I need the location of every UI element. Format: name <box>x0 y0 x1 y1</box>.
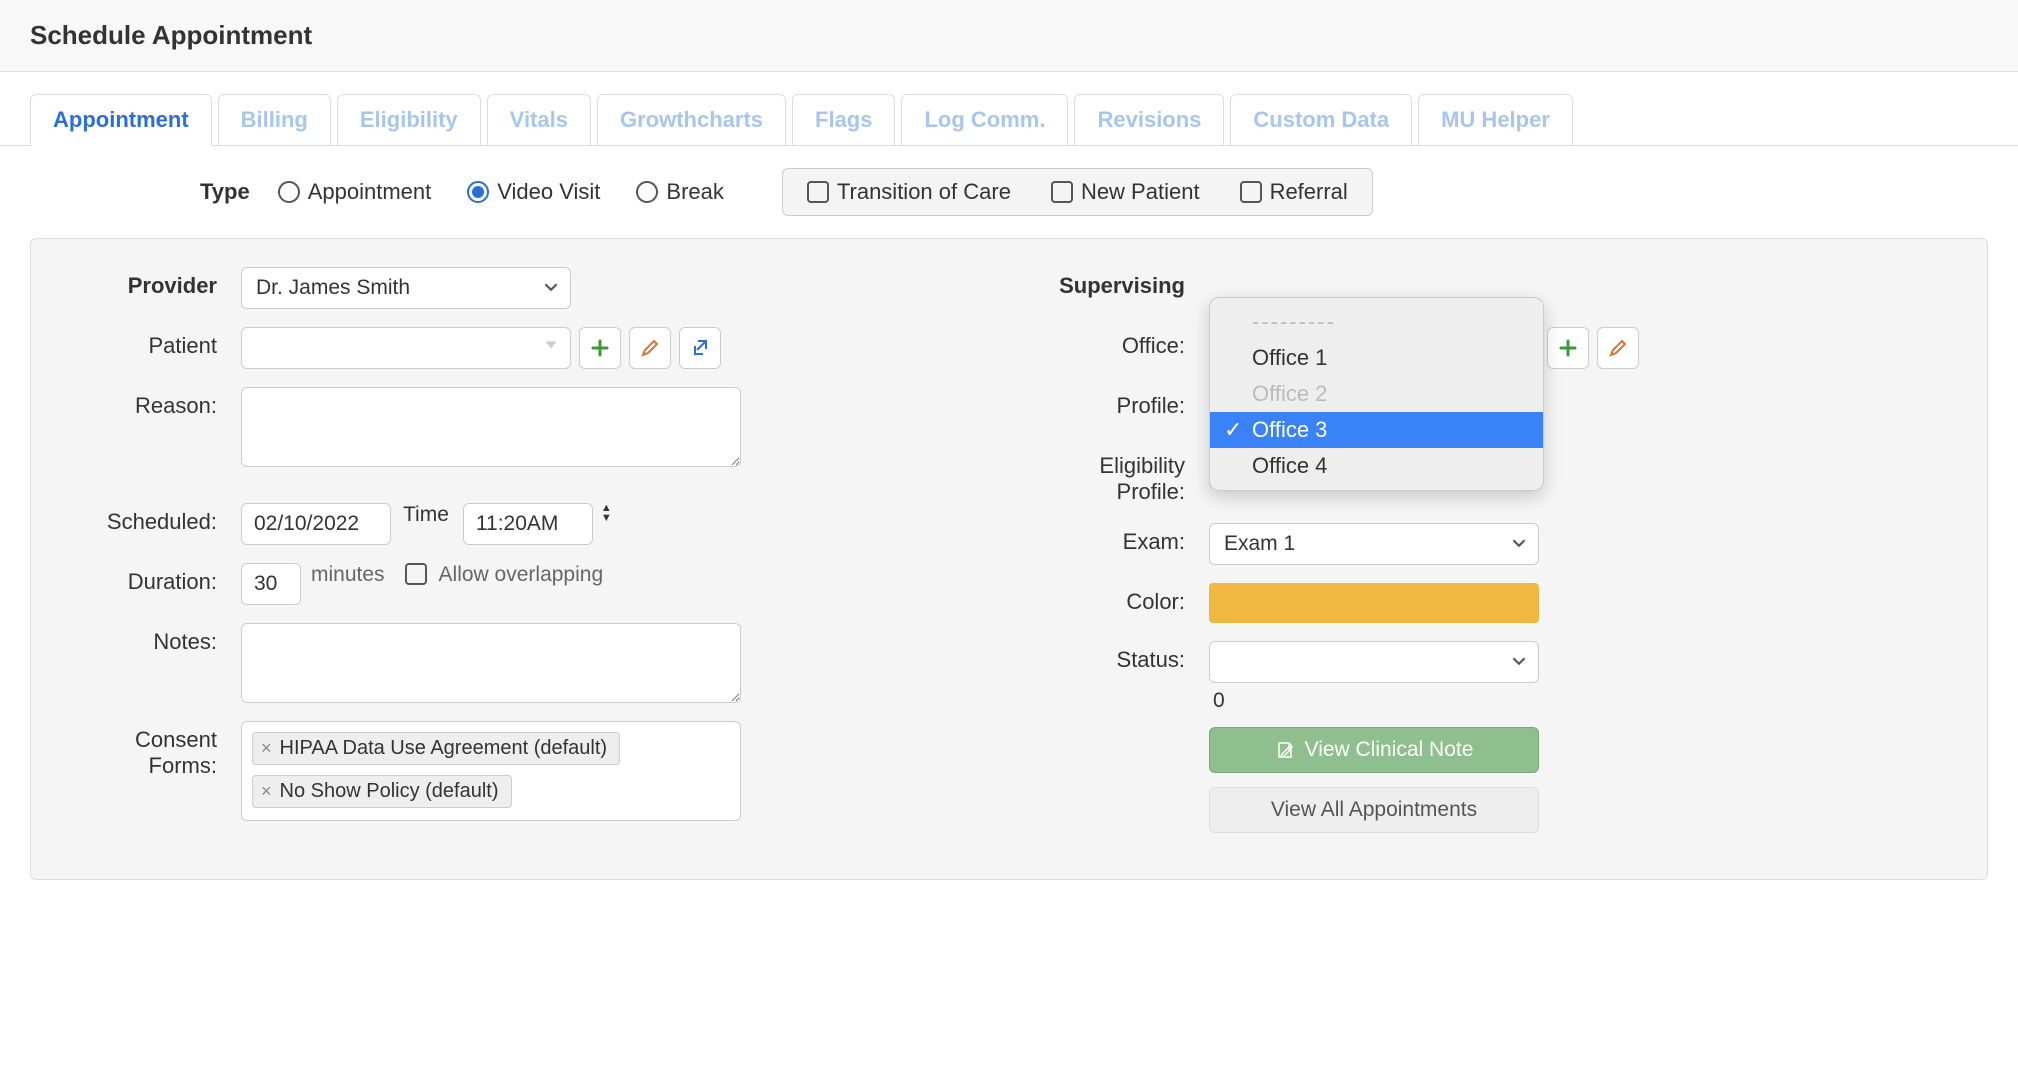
type-check-transition-of-care[interactable]: Transition of Care <box>807 179 1011 205</box>
add-office-button[interactable] <box>1547 327 1589 369</box>
type-row: Type Appointment Video Visit Break Transit… <box>0 145 2018 238</box>
office-option-office-1[interactable]: Office 1 <box>1210 340 1543 376</box>
exam-value: Exam 1 <box>1224 532 1295 556</box>
time-spinner[interactable]: ▲ ▼ <box>601 503 612 523</box>
type-checkgroup: Transition of Care New Patient Referral <box>782 168 1373 216</box>
share-patient-button[interactable] <box>679 327 721 369</box>
add-patient-button[interactable] <box>579 327 621 369</box>
edit-patient-button[interactable] <box>629 327 671 369</box>
page-header: Schedule Appointment <box>0 0 2018 72</box>
tab-bar: AppointmentBillingEligibilityVitalsGrowt… <box>0 94 2018 146</box>
patient-input[interactable] <box>241 327 571 369</box>
consent-tag[interactable]: ×HIPAA Data Use Agreement (default) <box>252 732 620 765</box>
color-swatch[interactable] <box>1209 583 1539 623</box>
chevron-down-icon <box>1512 532 1526 556</box>
notes-textarea[interactable] <box>241 623 741 703</box>
view-all-appointments-button[interactable]: View All Appointments <box>1209 787 1539 833</box>
office-label: Office: <box>1039 327 1209 359</box>
form-panel: Provider Dr. James Smith Patient <box>30 238 1988 880</box>
type-check-new-patient[interactable]: New Patient <box>1051 179 1200 205</box>
left-column: Provider Dr. James Smith Patient <box>71 267 979 851</box>
color-label: Color: <box>1039 583 1209 615</box>
reason-label: Reason: <box>71 387 241 419</box>
office-option-office-2: Office 2 <box>1210 376 1543 412</box>
type-check-referral[interactable]: Referral <box>1240 179 1348 205</box>
tab-mu-helper[interactable]: MU Helper <box>1418 94 1573 146</box>
tab-vitals[interactable]: Vitals <box>487 94 591 146</box>
right-column: Supervising Office: ---------Office 1Off… <box>1039 267 1947 851</box>
minutes-label: minutes <box>311 563 385 587</box>
tab-growthcharts[interactable]: Growthcharts <box>597 94 786 146</box>
tab-appointment[interactable]: Appointment <box>30 94 212 146</box>
remove-tag-icon[interactable]: × <box>261 738 272 759</box>
type-label: Type <box>200 179 250 205</box>
checkbox-icon <box>1051 181 1073 203</box>
consent-forms-box[interactable]: ×HIPAA Data Use Agreement (default) ×No S… <box>241 721 741 821</box>
chevron-down-icon <box>544 276 558 300</box>
office-option-office-4[interactable]: Office 4 <box>1210 448 1543 484</box>
dropdown-arrow-icon <box>542 336 560 360</box>
office-option-office-3[interactable]: Office 3 <box>1210 412 1543 448</box>
checkbox-icon <box>1240 181 1262 203</box>
radio-icon <box>467 181 489 203</box>
duration-input[interactable] <box>241 563 301 605</box>
supervising-label: Supervising <box>1039 267 1209 299</box>
page-title: Schedule Appointment <box>30 20 1988 51</box>
tab-custom-data[interactable]: Custom Data <box>1230 94 1412 146</box>
status-select[interactable] <box>1209 641 1539 683</box>
remove-tag-icon[interactable]: × <box>261 781 272 802</box>
checkbox-icon <box>807 181 829 203</box>
notes-label: Notes: <box>71 623 241 655</box>
tab-log-comm-[interactable]: Log Comm. <box>901 94 1068 146</box>
provider-value: Dr. James Smith <box>256 276 410 300</box>
date-input[interactable] <box>241 503 391 545</box>
consent-label: Consent Forms: <box>71 721 241 779</box>
time-label: Time <box>403 503 449 527</box>
edit-office-button[interactable] <box>1597 327 1639 369</box>
consent-tag[interactable]: ×No Show Policy (default) <box>252 775 512 808</box>
tab-flags[interactable]: Flags <box>792 94 895 146</box>
note-edit-icon <box>1275 740 1295 760</box>
view-clinical-note-button[interactable]: View Clinical Note <box>1209 727 1539 773</box>
type-radio-video-visit[interactable]: Video Visit <box>467 179 600 205</box>
allow-overlap-label: Allow overlapping <box>439 563 604 587</box>
patient-label: Patient <box>71 327 241 359</box>
scheduled-label: Scheduled: <box>71 503 241 535</box>
chevron-down-icon <box>1512 650 1526 674</box>
exam-label: Exam: <box>1039 523 1209 555</box>
status-label: Status: <box>1039 641 1209 673</box>
provider-label: Provider <box>71 267 241 299</box>
tab-eligibility[interactable]: Eligibility <box>337 94 481 146</box>
provider-select[interactable]: Dr. James Smith <box>241 267 571 309</box>
type-radio-appointment[interactable]: Appointment <box>278 179 432 205</box>
type-radio-break[interactable]: Break <box>636 179 723 205</box>
office-dropdown[interactable]: ---------Office 1Office 2Office 3Office … <box>1209 297 1544 491</box>
tab-billing[interactable]: Billing <box>218 94 331 146</box>
status-count: 0 <box>1209 689 1539 713</box>
allow-overlap-checkbox[interactable] <box>405 563 427 585</box>
profile-label: Profile: <box>1039 387 1209 419</box>
radio-icon <box>278 181 300 203</box>
spinner-down-icon[interactable]: ▼ <box>601 513 612 523</box>
exam-select[interactable]: Exam 1 <box>1209 523 1539 565</box>
time-input[interactable] <box>463 503 593 545</box>
reason-textarea[interactable] <box>241 387 741 467</box>
tab-revisions[interactable]: Revisions <box>1074 94 1224 146</box>
duration-label: Duration: <box>71 563 241 595</box>
eligibility-profile-label: Eligibility Profile: <box>1039 447 1209 505</box>
office-option-placeholder[interactable]: --------- <box>1210 304 1543 340</box>
radio-icon <box>636 181 658 203</box>
